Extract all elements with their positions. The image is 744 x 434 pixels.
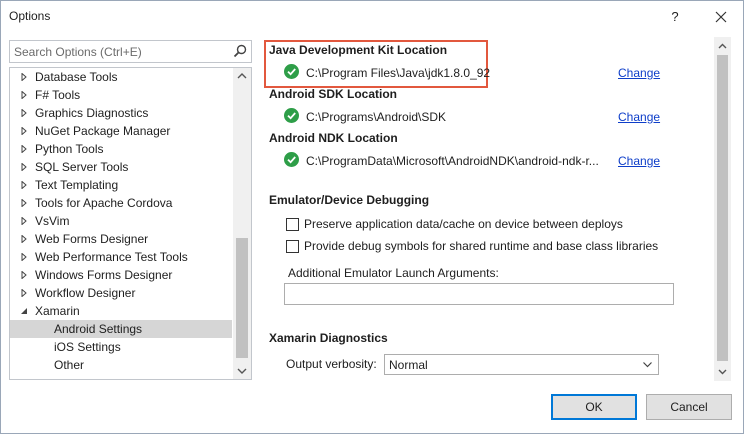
ok-button[interactable]: OK [551, 394, 637, 420]
tree-item[interactable]: Text Templating [10, 176, 232, 194]
jdk-path: C:\Program Files\Java\jdk1.8.0_92 [306, 66, 491, 80]
tree-item[interactable]: Web Forms Designer [10, 230, 232, 248]
collapsed-arrow-icon[interactable] [20, 271, 28, 279]
tree-item[interactable]: Other [10, 356, 232, 374]
sdk-path: C:\Programs\Android\SDK [306, 110, 447, 124]
tree-item-label: VsVim [35, 214, 70, 228]
tree-item-label: Windows Forms Designer [35, 268, 173, 282]
collapsed-arrow-icon[interactable] [20, 109, 28, 117]
tree-item-label: Database Tools [35, 70, 118, 84]
verbosity-select[interactable]: Normal [384, 354, 659, 375]
tree-item-label: Workflow Designer [35, 286, 136, 300]
tree-item[interactable]: Android Settings [10, 320, 232, 338]
tree-item-label: Other [54, 358, 85, 372]
settings-scroll-thumb[interactable] [717, 55, 728, 361]
scroll-down-icon[interactable] [714, 366, 731, 378]
scroll-up-icon[interactable] [233, 68, 251, 84]
sdk-heading: Android SDK Location [269, 87, 397, 101]
tree-item[interactable]: SQL Server Tools [10, 158, 232, 176]
verbosity-label: Output verbosity: [286, 357, 377, 371]
debug-symbols-checkbox[interactable] [286, 240, 299, 253]
collapsed-arrow-icon[interactable] [20, 91, 28, 99]
tree-item[interactable]: F# Tools [10, 86, 232, 104]
options-tree: Other iOS Settings Android Settings Xamarin… [9, 67, 252, 380]
emulator-args-input[interactable] [284, 283, 674, 305]
collapsed-arrow-icon[interactable] [20, 235, 28, 243]
scroll-up-icon[interactable] [714, 40, 731, 52]
close-icon [715, 11, 727, 23]
collapsed-arrow-icon[interactable] [20, 73, 28, 81]
collapsed-arrow-icon[interactable] [20, 199, 28, 207]
check-ok-icon [284, 64, 299, 79]
close-button[interactable] [707, 5, 735, 29]
diagnostics-heading: Xamarin Diagnostics [269, 331, 388, 345]
sdk-change-link[interactable]: Change [618, 110, 660, 124]
collapsed-arrow-icon[interactable] [20, 217, 28, 225]
collapsed-arrow-icon[interactable] [20, 253, 28, 261]
tree-item-label: Android Settings [54, 322, 143, 336]
jdk-heading: Java Development Kit Location [269, 43, 448, 57]
ndk-heading: Android NDK Location [269, 131, 398, 145]
tree-item-label: Tools for Apache Cordova [35, 196, 173, 210]
tree-item[interactable]: Python Tools [10, 140, 232, 158]
tree-item-label: Web Performance Test Tools [35, 250, 188, 264]
ndk-change-link[interactable]: Change [618, 154, 660, 168]
tree-item-label: Graphics Diagnostics [35, 106, 149, 120]
collapsed-arrow-icon[interactable] [20, 289, 28, 297]
tree-item[interactable]: Web Performance Test Tools [10, 248, 232, 266]
scroll-down-icon[interactable] [233, 363, 251, 379]
chevron-down-icon [643, 362, 652, 368]
tree-item[interactable]: NuGet Package Manager [10, 122, 232, 140]
expanded-arrow-icon[interactable] [20, 307, 28, 315]
tree-item[interactable]: Xamarin [10, 302, 232, 320]
collapsed-arrow-icon[interactable] [20, 127, 28, 135]
cancel-button[interactable]: Cancel [646, 394, 732, 420]
preserve-data-label: Preserve application data/cache on devic… [304, 217, 623, 231]
tree-item[interactable]: VsVim [10, 212, 232, 230]
verbosity-value: Normal [389, 358, 428, 372]
search-box [9, 40, 252, 63]
window-title: Options [9, 9, 51, 23]
tree-scrollbar[interactable] [233, 68, 251, 379]
tree-item-label: Text Templating [35, 178, 119, 192]
tree-scroll-thumb[interactable] [236, 238, 248, 358]
settings-panel: Java Development Kit Location C:\Program… [261, 37, 731, 381]
tree-item-label: iOS Settings [54, 340, 121, 354]
tree-item[interactable]: Database Tools [10, 68, 232, 86]
emulator-heading: Emulator/Device Debugging [269, 193, 430, 207]
tree-item[interactable]: Workflow Designer [10, 284, 232, 302]
check-ok-icon [284, 152, 299, 167]
tree-item-label: NuGet Package Manager [35, 124, 171, 138]
title-bar: Options ? [1, 1, 743, 33]
settings-scrollbar[interactable] [714, 37, 731, 381]
search-input[interactable] [10, 41, 230, 62]
tree-item-label: Web Forms Designer [35, 232, 149, 246]
tree-item-label: SQL Server Tools [35, 160, 129, 174]
tree-item[interactable]: iOS Settings [10, 338, 232, 356]
ndk-path: C:\ProgramData\Microsoft\AndroidNDK\andr… [306, 154, 599, 168]
check-ok-icon [284, 108, 299, 123]
tree-item[interactable]: Graphics Diagnostics [10, 104, 232, 122]
collapsed-arrow-icon[interactable] [20, 181, 28, 189]
tree-item[interactable]: Windows Forms Designer [10, 266, 232, 284]
preserve-data-checkbox[interactable] [286, 218, 299, 231]
options-dialog: Options ? Other iOS Settings Android Setti… [0, 0, 744, 434]
collapsed-arrow-icon[interactable] [20, 145, 28, 153]
tree-item-label: Python Tools [35, 142, 104, 156]
emulator-args-label: Additional Emulator Launch Arguments: [288, 266, 499, 280]
tree-item-label: Xamarin [35, 304, 80, 318]
tree-item[interactable]: Tools for Apache Cordova [10, 194, 232, 212]
tree-item-label: F# Tools [35, 88, 81, 102]
debug-symbols-label: Provide debug symbols for shared runtime… [304, 239, 659, 253]
collapsed-arrow-icon[interactable] [20, 163, 28, 171]
search-icon[interactable] [233, 44, 247, 58]
help-button[interactable]: ? [663, 6, 687, 28]
jdk-change-link[interactable]: Change [618, 66, 660, 80]
